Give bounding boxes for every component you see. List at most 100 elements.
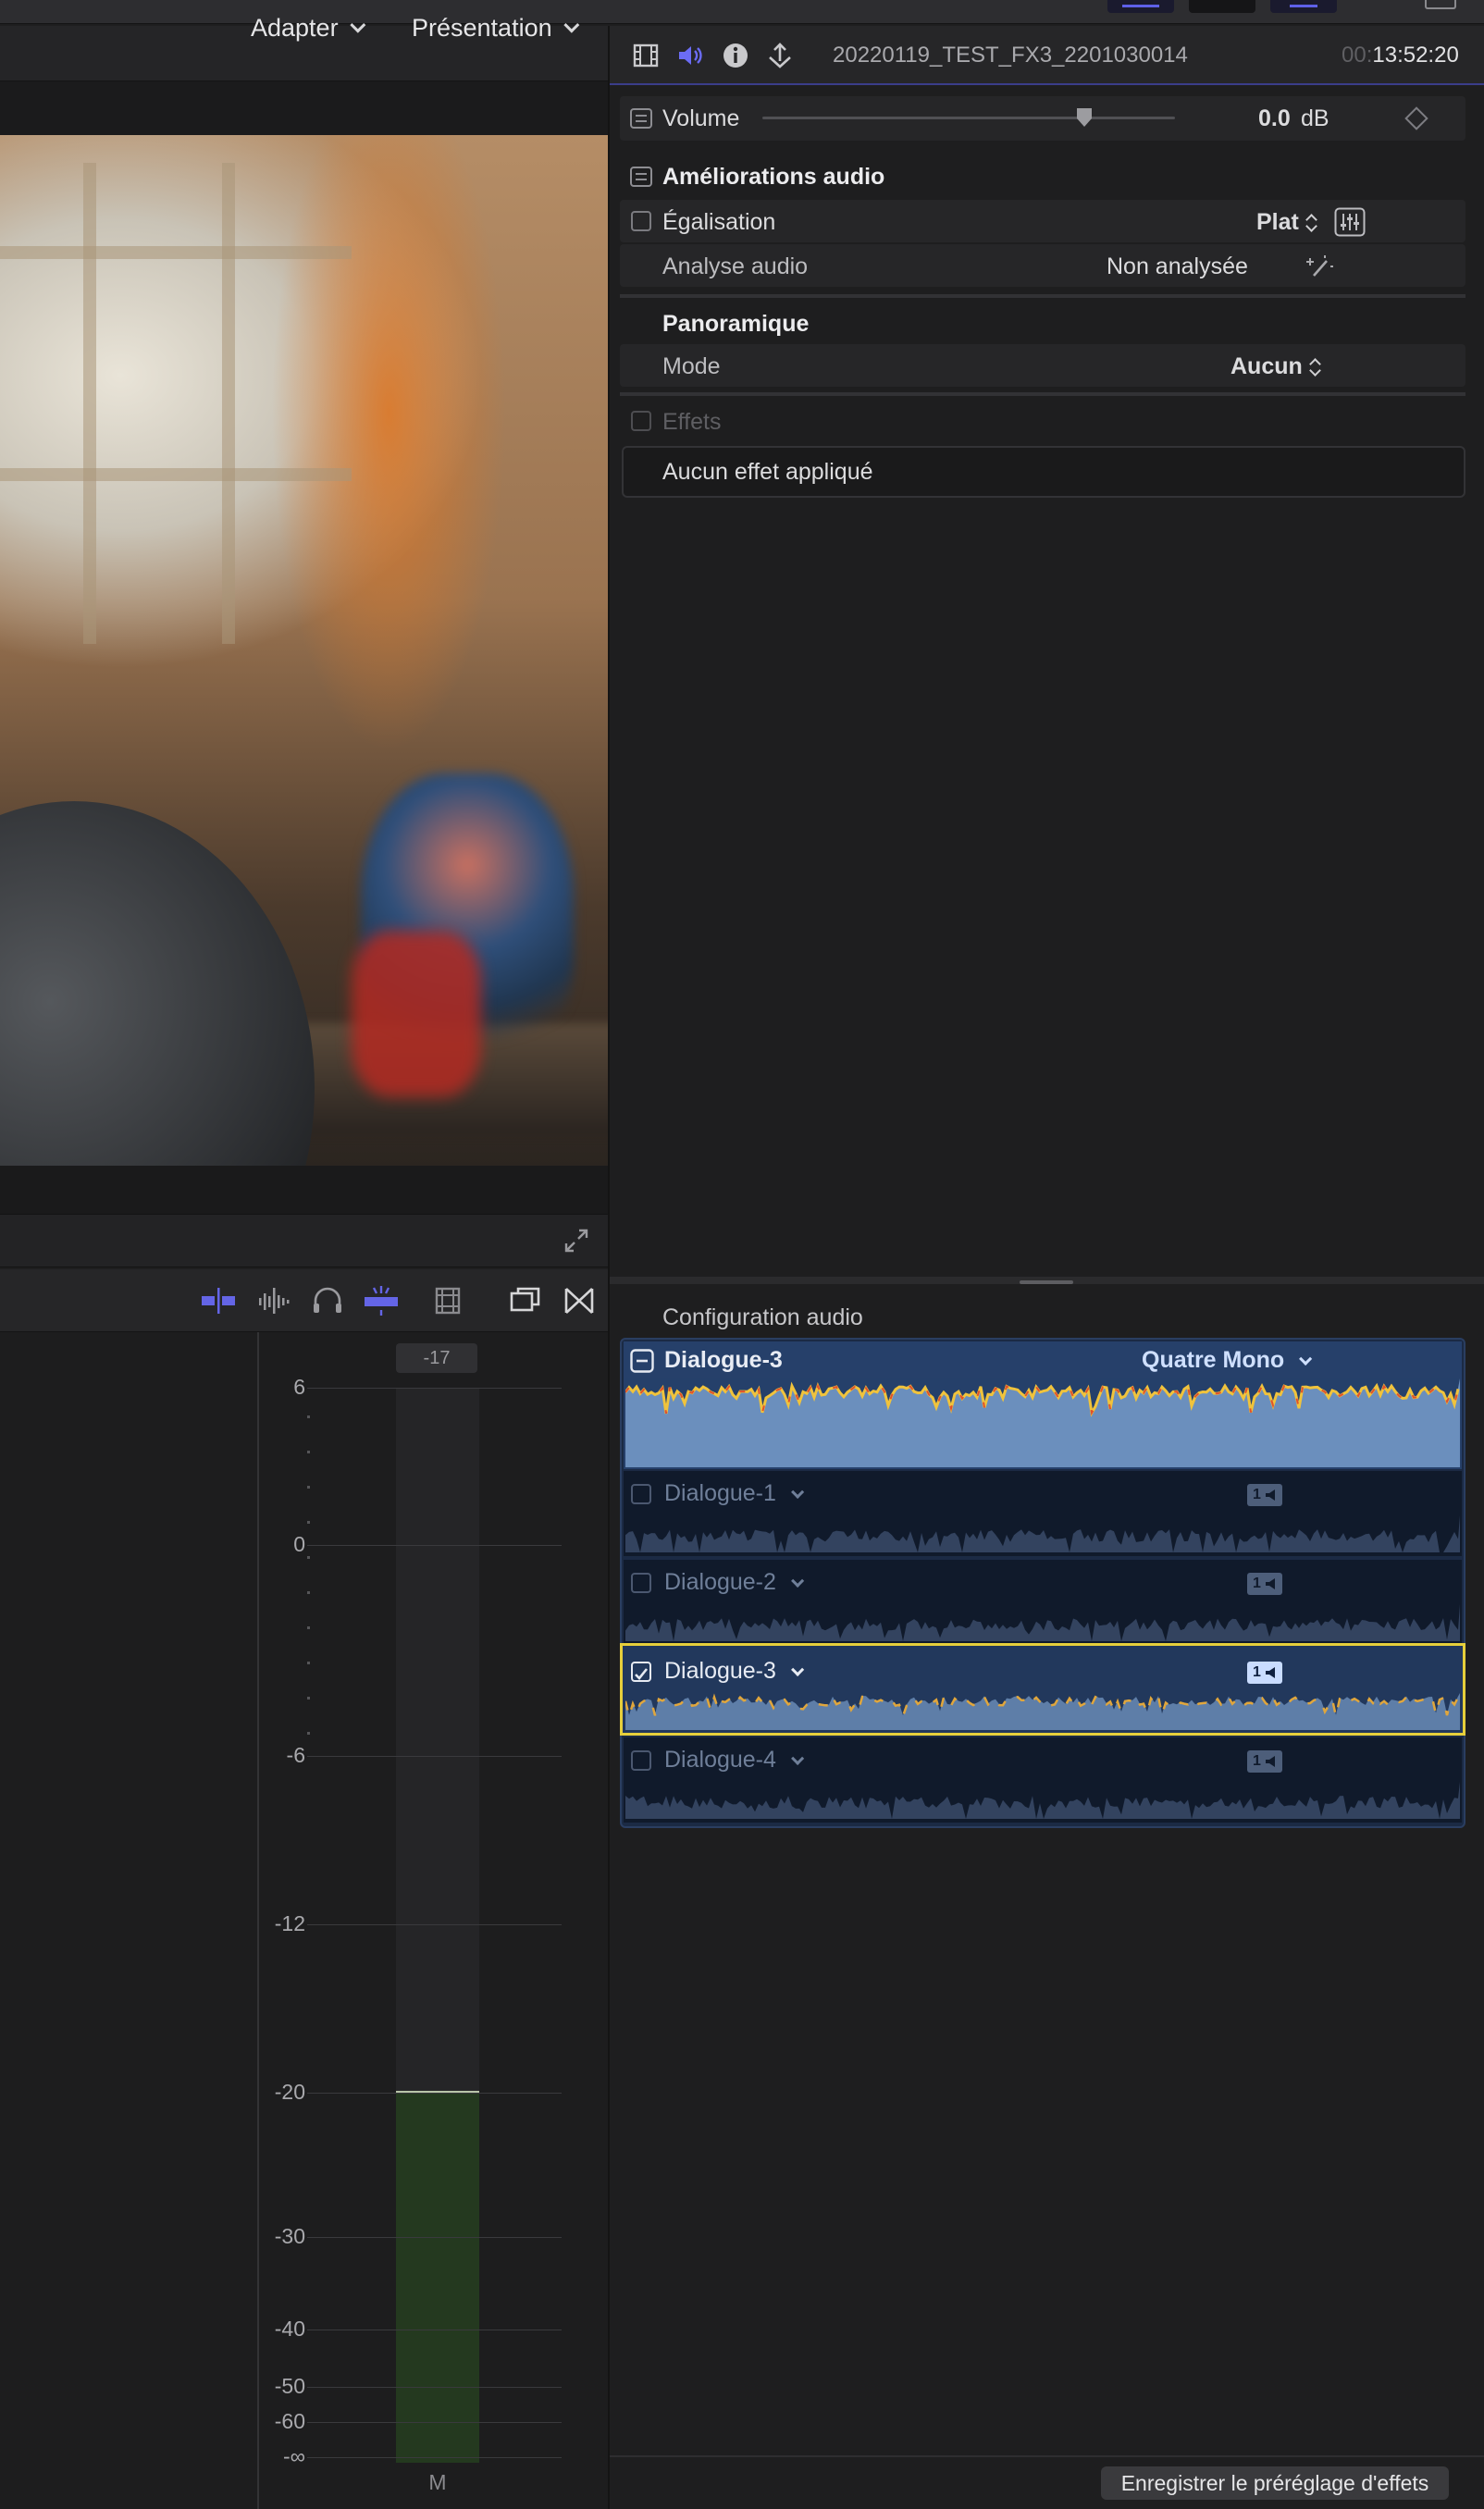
channel-checkbox[interactable] [631,1484,651,1504]
channel-format-value: Quatre Mono [1142,1347,1285,1373]
meter-tick-label: -30 [274,2224,305,2248]
audio-config-title: Configuration audio [662,1304,863,1330]
meter-gridline [307,2457,562,2458]
panel-divider[interactable] [257,1332,259,2509]
presentation-menu[interactable]: Présentation [412,13,579,43]
volume-value[interactable]: 0.0 [1258,105,1291,132]
volume-label: Volume [662,105,740,131]
stepper-icon [1305,213,1317,233]
inspector-panel [608,26,1484,2509]
section-collapse-icon[interactable] [630,108,652,129]
meter-minor-tick [307,1415,310,1418]
meter-minor-tick [307,1732,310,1735]
video-inspector-icon[interactable] [631,41,661,70]
audio-inspector-icon[interactable] [675,41,705,70]
volume-slider-knob[interactable] [1076,107,1093,128]
channel-menu[interactable]: Dialogue-3 [664,1658,805,1685]
viewer-letterbox [0,81,608,135]
top-toolbar-button[interactable] [1270,0,1337,13]
meter-tick-label: 6 [293,1375,305,1399]
viewer-frame[interactable] [0,135,608,1166]
meter-minor-tick [307,1556,310,1559]
top-toolbar-button[interactable] [1107,0,1174,13]
meter-minor-tick [307,1697,310,1699]
equalization-checkbox[interactable] [631,211,651,231]
clip-appearance-icon[interactable] [429,1284,466,1317]
no-effects-label: Aucun effet appliqué [662,459,873,485]
adapter-menu[interactable]: Adapter [251,13,365,43]
meter-gridline [307,1924,562,1925]
speaker-icon [1265,1578,1275,1589]
stepper-icon [1308,357,1321,377]
fullscreen-icon[interactable] [563,1227,590,1254]
window-icon[interactable] [1425,0,1456,9]
channel-format-menu[interactable]: Quatre Mono [1142,1347,1313,1374]
audio-analysis-label: Analyse audio [662,253,809,279]
channel-menu[interactable]: Dialogue-4 [664,1747,805,1774]
channel-badge: 1 [1247,1484,1282,1506]
waveform-graphic [625,1604,1460,1641]
waveform-graphic [624,1378,1460,1417]
equalizer-icon[interactable] [1334,207,1366,237]
magic-wand-icon[interactable] [1303,253,1334,279]
section-collapse-icon[interactable] [630,167,652,187]
meter-gridline [307,2237,562,2238]
equalization-popup[interactable]: Plat [1256,209,1317,236]
waveform [625,1515,1460,1552]
meter-tick-label: -20 [274,2080,305,2104]
pan-mode-row [620,344,1465,387]
section-separator [620,392,1465,396]
effects-checkbox[interactable] [631,411,651,431]
waveform [624,1378,1460,1467]
channel-name: Dialogue-1 [664,1480,776,1506]
collapse-icon[interactable] [630,1349,654,1373]
snapping-icon[interactable] [363,1284,400,1317]
speaker-icon [1265,1489,1275,1501]
meter-gridline [307,2422,562,2423]
channel-badge-number: 1 [1253,1664,1261,1680]
channel-badge-number: 1 [1253,1487,1261,1502]
meter-tick-label: -50 [274,2374,305,2398]
pan-mode-popup[interactable]: Aucun [1230,353,1321,380]
waveform-graphic [625,1515,1460,1552]
channel-checkbox[interactable] [631,1750,651,1771]
meter-tick-label: -6 [286,1743,305,1767]
channel-badge: 1 [1247,1573,1282,1595]
top-strip [0,0,1484,24]
channel-menu[interactable]: Dialogue-1 [664,1480,805,1507]
resize-handle[interactable] [1020,1280,1073,1284]
meter-tick-label: 0 [293,1532,305,1556]
skimming-icon[interactable] [200,1284,237,1317]
headphones-icon[interactable] [309,1284,346,1317]
meter-minor-tick [307,1591,310,1594]
channel-name: Dialogue-4 [664,1747,776,1773]
timecode-prefix: 00: [1342,43,1373,68]
meter-minor-tick [307,1486,310,1489]
presentation-label: Présentation [412,13,552,42]
meter-minor-tick [307,1626,310,1629]
meter-level-fill [396,2093,479,2463]
channel-checkbox[interactable] [631,1573,651,1593]
timeline-index-icon[interactable] [507,1284,544,1317]
equalization-value: Plat [1256,209,1299,235]
viewer-controls [0,1214,608,1267]
transitions-icon[interactable] [561,1284,598,1317]
meter-channel-label: M [428,2470,447,2494]
save-effects-preset-button[interactable]: Enregistrer le préréglage d'effets [1101,2466,1449,2500]
volume-unit: dB [1301,105,1329,131]
enhancements-title: Améliorations audio [662,164,885,190]
volume-slider[interactable] [762,117,1175,119]
channel-checkbox[interactable] [631,1662,651,1682]
top-toolbar-button[interactable] [1189,0,1255,13]
info-inspector-icon[interactable] [721,41,750,70]
channel-name: Dialogue-2 [664,1569,776,1595]
share-inspector-icon[interactable] [765,41,795,70]
image-apron [352,931,481,1097]
meter-gridline [307,2387,562,2388]
main-component-name: Dialogue-3 [664,1347,783,1373]
audio-skimming-icon[interactable] [255,1284,292,1317]
timecode-value: 13:52:20 [1372,43,1459,68]
meter-gridline [307,1756,562,1757]
meter-gridline [307,1388,562,1389]
channel-menu[interactable]: Dialogue-2 [664,1569,805,1596]
